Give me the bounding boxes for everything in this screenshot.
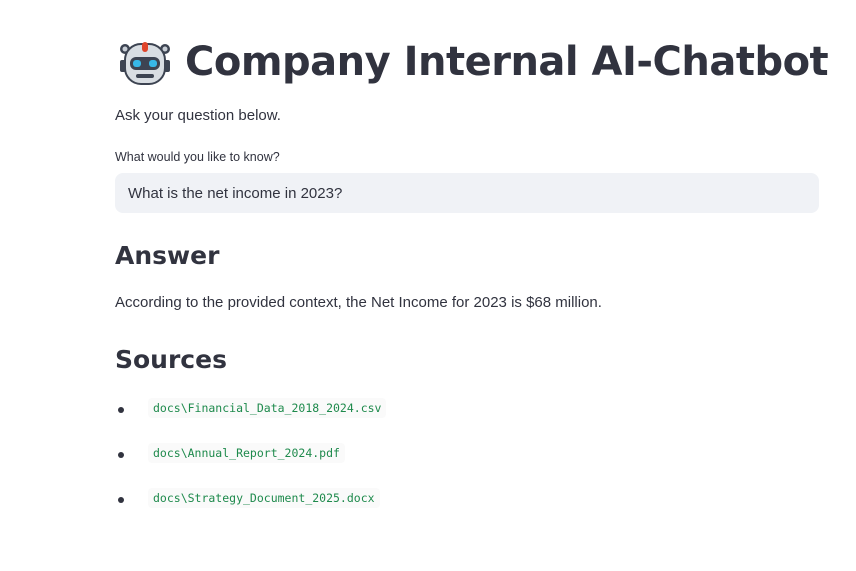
page-title: Company Internal AI-Chatbot — [185, 39, 829, 85]
source-item: docs\Annual_Report_2024.pdf — [115, 443, 386, 488]
sources-list: docs\Financial_Data_2018_2024.csv docs\A… — [115, 398, 387, 533]
bullet-icon — [118, 407, 124, 413]
bullet-icon — [118, 452, 124, 458]
bullet-icon — [118, 497, 124, 503]
question-input[interactable] — [115, 173, 819, 213]
answer-heading: Answer — [115, 241, 220, 270]
robot-icon — [120, 42, 170, 85]
intro-text: Ask your question below. — [115, 107, 281, 124]
page-header: Company Internal AI-Chatbot — [115, 34, 829, 90]
sources-heading: Sources — [115, 345, 227, 374]
source-path: docs\Financial_Data_2018_2024.csv — [148, 398, 387, 418]
source-item: docs\Financial_Data_2018_2024.csv — [115, 398, 387, 443]
answer-text: According to the provided context, the N… — [115, 294, 602, 311]
source-item: docs\Strategy_Document_2025.docx — [115, 488, 386, 533]
source-path: docs\Annual_Report_2024.pdf — [148, 443, 345, 463]
source-path: docs\Strategy_Document_2025.docx — [148, 488, 380, 508]
query-label: What would you like to know? — [115, 150, 280, 164]
